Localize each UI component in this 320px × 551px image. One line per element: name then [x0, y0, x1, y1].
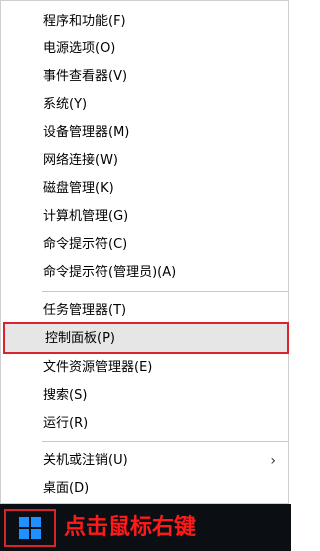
menu-item-label: 磁盘管理(K) [43, 181, 114, 196]
menu-item-search[interactable]: 搜索(S) [1, 384, 290, 408]
menu-item-task-manager[interactable]: 任务管理器(T) [1, 299, 290, 323]
menu-item-run[interactable]: 运行(R) [1, 412, 290, 436]
menu-item-programs-and-features[interactable]: 程序和功能(F) [1, 10, 290, 34]
menu-item-label: 计算机管理(G) [43, 209, 129, 224]
chevron-right-icon: › [270, 453, 276, 469]
menu-item-label: 搜索(S) [43, 388, 88, 403]
menu-item-label: 命令提示符(C) [43, 237, 128, 252]
menu-item-desktop[interactable]: 桌面(D) [1, 477, 290, 501]
right-click-hint: 点击鼠标右键 [64, 514, 197, 540]
menu-item-event-viewer[interactable]: 事件查看器(V) [1, 65, 290, 89]
menu-item-label: 事件查看器(V) [43, 69, 128, 84]
menu-item-device-manager[interactable]: 设备管理器(M) [1, 121, 290, 145]
start-button[interactable] [4, 509, 56, 547]
menu-item-label: 控制面板(P) [45, 331, 115, 346]
menu-item-file-explorer[interactable]: 文件资源管理器(E) [1, 356, 290, 380]
menu-item-power-options[interactable]: 电源选项(O) [1, 37, 290, 61]
menu-item-label: 关机或注销(U) [43, 453, 128, 468]
menu-item-shutdown-or-signout[interactable]: 关机或注销(U) › [1, 449, 290, 473]
menu-item-control-panel[interactable]: 控制面板(P) [3, 322, 289, 354]
winx-context-menu: 程序和功能(F) 电源选项(O) 事件查看器(V) 系统(Y) 设备管理器(M)… [0, 0, 289, 504]
menu-item-label: 任务管理器(T) [43, 303, 127, 318]
menu-item-label: 系统(Y) [43, 97, 88, 112]
menu-separator [42, 441, 288, 442]
menu-item-label: 网络连接(W) [43, 153, 118, 168]
screen: 程序和功能(F) 电源选项(O) 事件查看器(V) 系统(Y) 设备管理器(M)… [0, 0, 291, 551]
menu-item-network-connections[interactable]: 网络连接(W) [1, 149, 290, 173]
menu-item-disk-management[interactable]: 磁盘管理(K) [1, 177, 290, 201]
menu-item-label: 文件资源管理器(E) [43, 360, 153, 375]
menu-item-label: 运行(R) [43, 416, 89, 431]
menu-item-computer-management[interactable]: 计算机管理(G) [1, 205, 290, 229]
menu-item-command-prompt[interactable]: 命令提示符(C) [1, 233, 290, 257]
taskbar: 点击鼠标右键 [0, 504, 291, 551]
menu-item-label: 命令提示符(管理员)(A) [43, 265, 177, 280]
menu-item-label: 桌面(D) [43, 481, 90, 496]
menu-item-label: 程序和功能(F) [43, 14, 126, 29]
menu-item-label: 设备管理器(M) [43, 125, 130, 140]
menu-item-label: 电源选项(O) [43, 41, 116, 56]
windows-logo-icon [19, 517, 41, 539]
menu-item-system[interactable]: 系统(Y) [1, 93, 290, 117]
menu-item-command-prompt-admin[interactable]: 命令提示符(管理员)(A) [1, 261, 290, 285]
menu-separator [42, 291, 288, 292]
